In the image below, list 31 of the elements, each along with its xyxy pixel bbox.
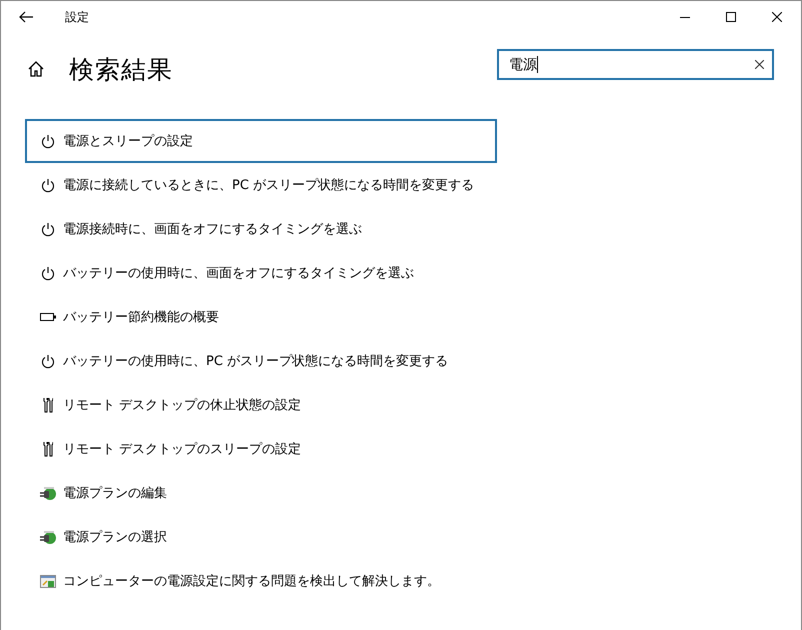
power-icon: [41, 222, 55, 236]
home-icon[interactable]: [27, 60, 45, 78]
maximize-icon[interactable]: [726, 12, 736, 22]
search-result[interactable]: バッテリー節約機能の概要: [25, 295, 497, 339]
power-plug-icon: [39, 529, 57, 545]
power-icon: [41, 178, 55, 192]
search-result[interactable]: 電源に接続しているときに、PC がスリープ状態になる時間を変更する: [25, 163, 497, 207]
search-result[interactable]: バッテリーの使用時に、画面をオフにするタイミングを選ぶ: [25, 251, 497, 295]
clear-icon[interactable]: [755, 60, 764, 69]
search-result[interactable]: 電源接続時に、画面をオフにするタイミングを選ぶ: [25, 207, 497, 251]
power-icon: [41, 266, 55, 280]
search-result[interactable]: バッテリーの使用時に、PC がスリープ状態になる時間を変更する: [25, 339, 497, 383]
search-result[interactable]: リモート デスクトップのスリープの設定: [25, 427, 497, 471]
search-result[interactable]: 電源とスリープの設定: [25, 119, 497, 163]
window-title: 設定: [65, 8, 89, 26]
monitor-icon: [40, 574, 56, 588]
battery-icon: [40, 313, 56, 321]
power-plug-icon: [39, 485, 57, 501]
minimize-icon[interactable]: [680, 16, 690, 18]
tools-icon: [43, 397, 53, 413]
search-field[interactable]: 電源: [497, 49, 774, 80]
search-result[interactable]: 電源プランの編集: [25, 471, 497, 515]
power-icon: [41, 134, 55, 148]
power-icon: [41, 354, 55, 368]
search-result[interactable]: リモート デスクトップの休止状態の設定: [25, 383, 497, 427]
search-result[interactable]: 電源プランの選択: [25, 515, 497, 559]
back-icon[interactable]: [19, 11, 33, 23]
close-icon[interactable]: [772, 12, 782, 22]
tools-icon: [43, 441, 53, 457]
page-heading: 検索結果: [69, 54, 173, 86]
search-result[interactable]: コンピューターの電源設定に関する問題を検出して解決します。: [25, 559, 497, 603]
